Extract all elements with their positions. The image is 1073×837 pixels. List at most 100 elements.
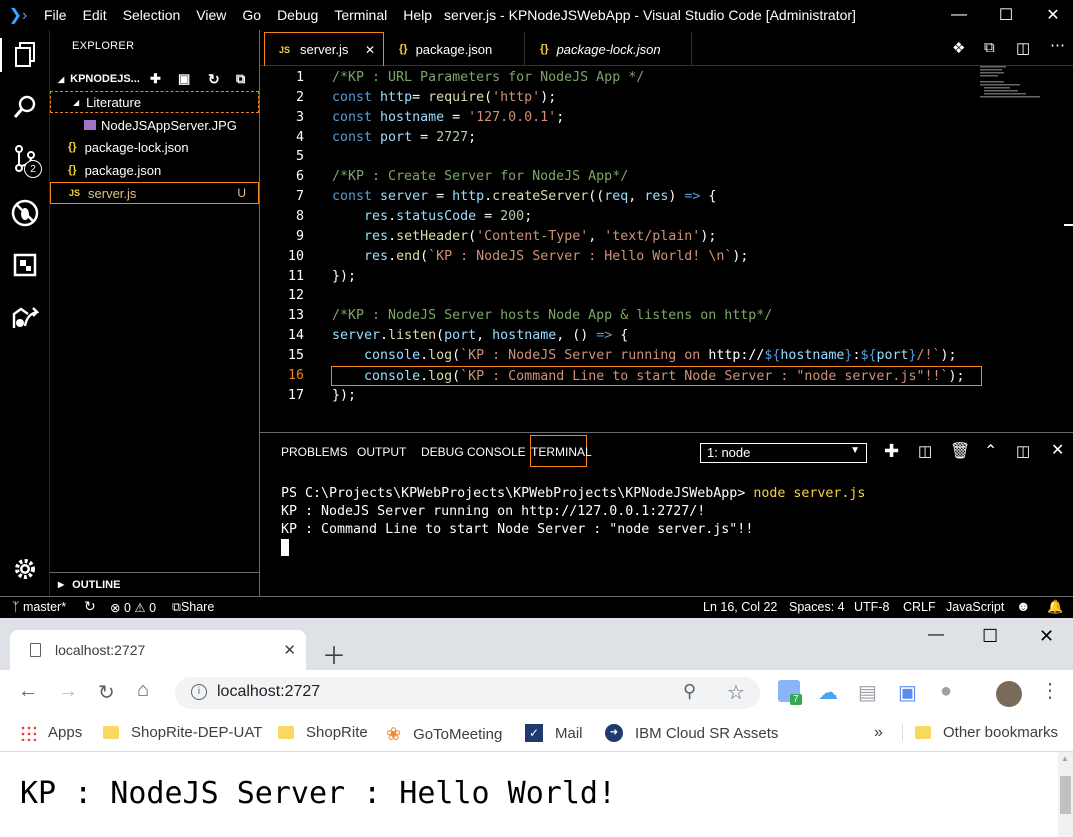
close-tab-icon[interactable]: ✕ [283, 641, 296, 659]
minimize-icon[interactable]: — [935, 0, 983, 30]
chrome-menu-icon[interactable]: ⋮ [1040, 678, 1060, 703]
maximize-icon[interactable]: ☐ [982, 0, 1030, 30]
tab-problems[interactable]: PROBLEMS [281, 445, 348, 459]
close-window-icon[interactable]: ✕ [1039, 626, 1054, 647]
info-icon[interactable]: i [191, 684, 207, 700]
line-ending[interactable]: CRLF [903, 600, 936, 614]
encoding[interactable]: UTF-8 [854, 600, 889, 614]
open-preview-icon[interactable]: ⧉ [984, 39, 995, 56]
page-scrollbar[interactable]: ▲ [1058, 752, 1073, 837]
code-line[interactable]: }); [332, 386, 356, 406]
maximize-icon[interactable]: ☐ [982, 626, 998, 647]
sync-icon[interactable]: ↻ [84, 598, 96, 615]
branch-indicator[interactable]: ᛉ master* [12, 600, 66, 614]
minimap[interactable] [978, 66, 1058, 100]
browser-tab[interactable]: localhost:2727 ✕ [10, 630, 306, 670]
bookmark-apps[interactable]: Apps [20, 724, 82, 741]
bookmark-folder[interactable]: ShopRite [278, 724, 368, 741]
minimize-icon[interactable]: — [928, 626, 944, 644]
debug-icon[interactable] [8, 196, 42, 230]
new-file-icon[interactable]: ✚ [150, 71, 161, 87]
menu-debug[interactable]: Debug [269, 7, 326, 23]
bookmark-star-icon[interactable]: ☆ [727, 680, 745, 705]
profile-avatar[interactable] [996, 681, 1022, 707]
bookmark-gotomeeting[interactable]: ❀ GoToMeeting [386, 724, 502, 745]
menu-selection[interactable]: Selection [115, 7, 189, 23]
problems-indicator[interactable]: ⊗ 0 ⚠ 0 [110, 600, 156, 615]
feedback-smiley-icon[interactable]: ☻ [1016, 598, 1031, 614]
collapse-all-icon[interactable]: ⧉ [236, 71, 245, 87]
code-line[interactable]: }); [332, 267, 356, 287]
split-terminal-icon[interactable]: ◫ [918, 442, 932, 460]
code-line[interactable]: server.listen(port, hostname, () => { [332, 326, 628, 346]
new-folder-icon[interactable]: ▣ [178, 71, 190, 87]
code-line[interactable]: res.statusCode = 200; [332, 207, 532, 227]
cloud-extension-icon[interactable]: ☁ [818, 680, 838, 705]
code-line[interactable]: res.setHeader('Content-Type', 'text/plai… [332, 227, 716, 247]
code-line[interactable]: const http= require('http'); [332, 88, 556, 108]
zoom-icon[interactable]: ⚲ [683, 681, 696, 702]
tree-item-folder-literature[interactable]: ◢ Literature [50, 91, 259, 113]
new-terminal-icon[interactable]: ✚ [884, 441, 899, 462]
explorer-icon[interactable] [0, 38, 50, 72]
tab-package-json[interactable]: {} package.json [385, 32, 525, 66]
tab-package-lock-json[interactable]: {} package-lock.json [526, 32, 692, 66]
more-actions-icon[interactable]: ⋯ [1050, 36, 1065, 54]
project-header[interactable]: ◢ KPNODEJS... ✚ ▣ ↻ ⧉ [58, 70, 258, 88]
compare-icon[interactable]: ❖ [952, 39, 965, 57]
more-bookmarks-chevron-icon[interactable]: » [874, 724, 883, 742]
menu-edit[interactable]: Edit [75, 7, 115, 23]
tree-item-package-lock[interactable]: {} package-lock.json [50, 136, 259, 158]
close-tab-icon[interactable]: ✕ [365, 43, 375, 57]
menu-file[interactable]: File [36, 7, 75, 23]
panel-position-icon[interactable]: ◫ [1016, 442, 1030, 460]
notifications-bell-icon[interactable]: 🔔 [1047, 599, 1063, 615]
settings-gear-icon[interactable] [8, 552, 42, 586]
code-line[interactable]: const server = http.createServer((req, r… [332, 187, 716, 207]
new-tab-icon[interactable]: ＋ [322, 636, 346, 671]
reload-icon[interactable]: ↻ [98, 680, 115, 705]
other-bookmarks[interactable]: Other bookmarks [902, 724, 1058, 741]
live-share-icon[interactable] [8, 300, 42, 334]
code-line[interactable]: console.log(`KP : NodeJS Server running … [332, 346, 957, 366]
code-line[interactable]: console.log(`KP : Command Line to start … [331, 365, 982, 386]
code-editor[interactable]: 1 /*KP : URL Parameters for NodeJS App */… [260, 68, 1073, 432]
close-icon[interactable]: ✕ [1029, 0, 1073, 30]
tree-item-package-json[interactable]: {} package.json [50, 159, 259, 181]
scrollbar-thumb[interactable] [1064, 224, 1073, 226]
outline-section[interactable]: ▶ OUTLINE [50, 572, 259, 596]
menu-go[interactable]: Go [234, 7, 269, 23]
bookmark-folder[interactable]: ShopRite-DEP-UAT [103, 724, 262, 741]
tree-item-image-file[interactable]: NodeJSAppServer.JPG [50, 114, 259, 136]
code-line[interactable]: res.end(`KP : NodeJS Server : Hello Worl… [332, 247, 748, 267]
source-control-icon[interactable]: 2 [8, 142, 42, 178]
close-panel-icon[interactable]: ✕ [1051, 440, 1064, 460]
tree-item-server-js[interactable]: JS server.js U [50, 182, 259, 204]
presentation-extension-icon[interactable]: ▤ [858, 680, 877, 705]
tab-output[interactable]: OUTPUT [357, 445, 406, 459]
bookmark-mail[interactable]: ✓ Mail [525, 724, 583, 742]
scroll-up-arrow-icon[interactable]: ▲ [1061, 754, 1069, 763]
tab-terminal[interactable]: TERMINAL [530, 435, 592, 467]
code-line[interactable]: /*KP : URL Parameters for NodeJS App */ [332, 68, 644, 88]
address-bar[interactable]: i localhost:2727 ⚲ ☆ [175, 677, 760, 709]
live-share-button[interactable]: ⧉Share [172, 600, 214, 615]
menu-help[interactable]: Help [395, 7, 440, 23]
scrollbar-thumb[interactable] [1060, 776, 1071, 814]
kill-terminal-icon[interactable]: 🗑 [950, 441, 970, 461]
screen-capture-extension-icon[interactable]: ▣ [898, 680, 917, 705]
tab-server-js[interactable]: JS server.js ✕ [264, 32, 384, 66]
search-icon[interactable] [8, 90, 42, 124]
menu-terminal[interactable]: Terminal [326, 7, 395, 23]
forward-arrow-icon[interactable]: → [58, 680, 78, 703]
remote-explorer-icon[interactable] [8, 248, 42, 282]
code-line[interactable]: /*KP : Create Server for NodeJS App*/ [332, 167, 628, 187]
code-line[interactable]: const port = 2727; [332, 128, 476, 148]
indentation[interactable]: Spaces: 4 [789, 600, 845, 614]
split-editor-icon[interactable]: ◫ [1016, 39, 1030, 57]
maximize-panel-icon[interactable]: ⌃ [984, 441, 997, 461]
code-line[interactable]: const hostname = '127.0.0.1'; [332, 108, 564, 128]
extension-icon[interactable]: 7 [778, 680, 802, 705]
refresh-icon[interactable]: ↻ [208, 71, 220, 88]
cursor-position[interactable]: Ln 16, Col 22 [703, 600, 777, 614]
